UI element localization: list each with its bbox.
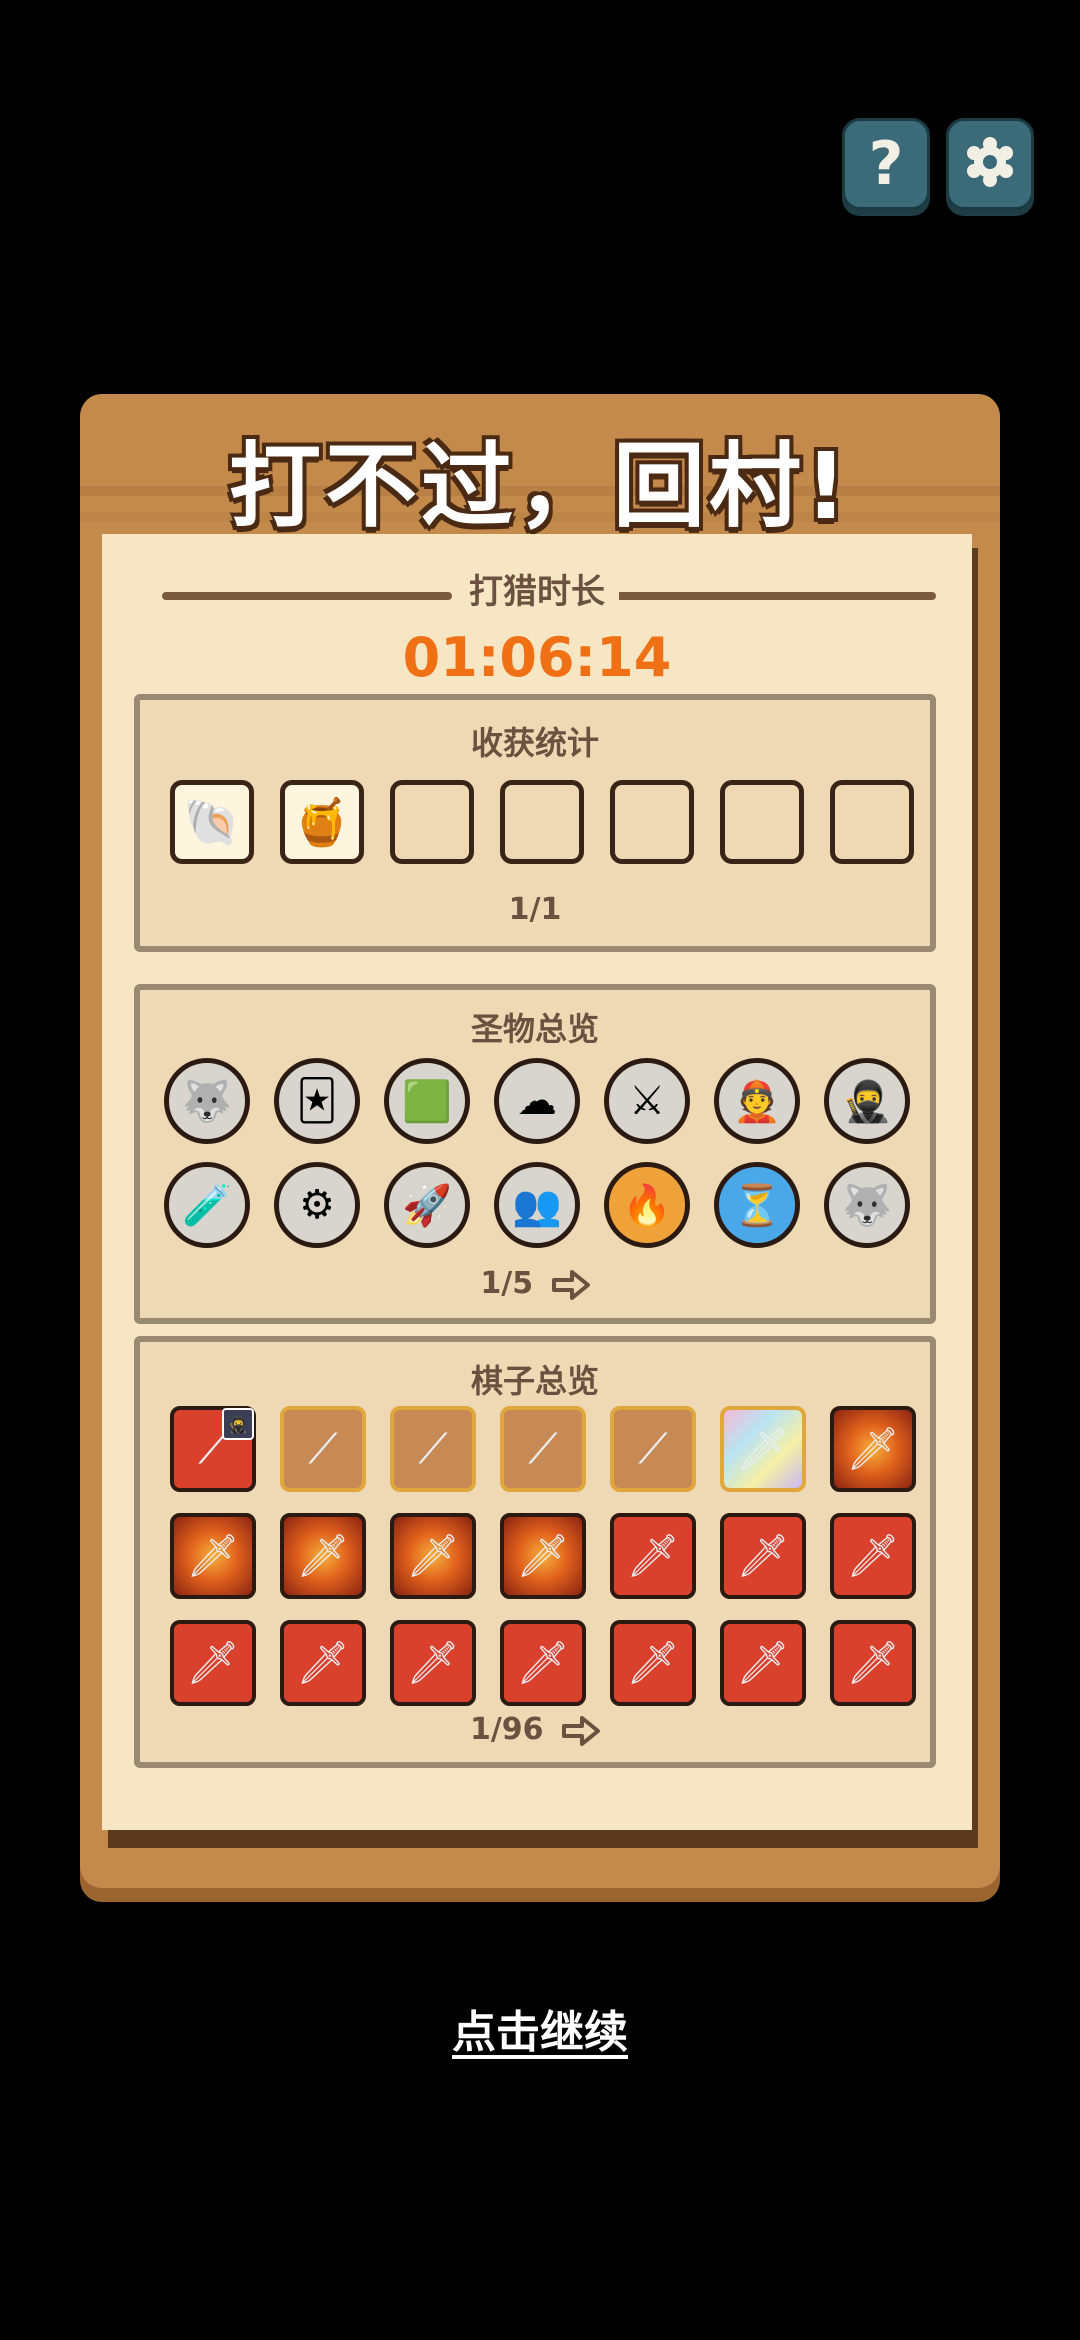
tan-spear-piece[interactable]: ⟋ xyxy=(610,1406,696,1492)
green-cubes-icon[interactable]: 🟩 xyxy=(384,1058,470,1144)
spear-icon: ⟋ xyxy=(418,1424,448,1473)
defeat-title: 打不过，回村! xyxy=(229,433,851,540)
harvest-slot-empty xyxy=(830,780,914,864)
ninja-badge-icon: 🥷 xyxy=(222,1408,254,1440)
hourglass-icon[interactable]: ⏳ xyxy=(714,1162,800,1248)
sword-icon: 🗡 xyxy=(846,1424,900,1473)
sword-icon: 🗡 xyxy=(516,1638,570,1687)
red-sword-piece[interactable]: 🗡 xyxy=(390,1620,476,1706)
harvest-slot-empty xyxy=(390,780,474,864)
sword-icon: 🗡 xyxy=(186,1638,240,1687)
pieces-page-counter: 1/96 xyxy=(469,1712,544,1747)
harvest-slot-empty xyxy=(500,780,584,864)
red-sword-piece[interactable]: 🗡 xyxy=(830,1620,916,1706)
harvest-slot-empty xyxy=(610,780,694,864)
rocket-sword-icon[interactable]: 🚀 xyxy=(384,1162,470,1248)
sword-icon: 🗡 xyxy=(846,1531,900,1580)
red-sword-piece[interactable]: 🗡 xyxy=(830,1513,916,1599)
red-potion-icon[interactable]: 🧪 xyxy=(164,1162,250,1248)
hunt-duration-label: 打猎时长 xyxy=(455,564,619,613)
card-sword-icon[interactable]: 🃏 xyxy=(274,1058,360,1144)
red-sword-piece[interactable]: 🗡 xyxy=(610,1513,696,1599)
red-sword-piece[interactable]: 🗡 xyxy=(720,1620,806,1706)
ninja-duo-icon[interactable]: 👥 xyxy=(494,1162,580,1248)
crossed-blades-icon[interactable]: ⚔ xyxy=(604,1058,690,1144)
sword-icon: 🗡 xyxy=(736,1638,790,1687)
sword-icon: 🗡 xyxy=(736,1424,790,1473)
fire-sword-piece[interactable]: 🗡 xyxy=(830,1406,916,1492)
sword-icon: 🗡 xyxy=(186,1531,240,1580)
sword-icon: 🗡 xyxy=(296,1638,350,1687)
fire-sword-piece[interactable]: 🗡 xyxy=(390,1513,476,1599)
shell-icon: 🐚 xyxy=(183,794,241,849)
gear-icon xyxy=(963,135,1017,193)
spear-icon: ⟋ xyxy=(528,1424,558,1473)
pieces-title: 棋子总览 xyxy=(470,1362,599,1400)
red-sword-piece[interactable]: 🗡 xyxy=(720,1513,806,1599)
divider-left xyxy=(162,592,452,600)
golden-cloud-icon[interactable]: ☁ xyxy=(494,1058,580,1144)
result-paper: 打猎时长 01:06:14 收获统计 🐚 🍯 1/1 圣物总览 🐺 🃏 🟩 ☁ ⚔ 👲 🥷 🧪 ⚙… xyxy=(102,534,972,1830)
result-board: 打不过，回村! 打猎时长 01:06:14 收获统计 🐚 🍯 1/1 圣物总览 🐺… xyxy=(80,394,1000,1888)
harvest-panel: 收获统计 🐚 🍯 1/1 xyxy=(134,694,936,952)
rainbow-sword-piece[interactable]: 🗡 xyxy=(720,1406,806,1492)
ninja-mask-icon[interactable]: 🥷 xyxy=(824,1058,910,1144)
gear-puzzle-icon[interactable]: ⚙ xyxy=(274,1162,360,1248)
divider-right xyxy=(616,592,936,600)
tan-spear-piece[interactable]: ⟋ xyxy=(280,1406,366,1492)
fire-sword-piece[interactable]: 🗡 xyxy=(500,1513,586,1599)
harvest-page-counter: 1/1 xyxy=(508,892,562,927)
settings-button[interactable] xyxy=(946,118,1034,210)
tan-spear-piece[interactable]: ⟋ xyxy=(390,1406,476,1492)
relics-pager[interactable]: 1/5 xyxy=(140,1266,930,1301)
pieces-pager[interactable]: 1/96 xyxy=(140,1712,930,1747)
relics-panel: 圣物总览 🐺 🃏 🟩 ☁ ⚔ 👲 🥷 🧪 ⚙ 🚀 👥 🔥 ⏳ 🐺 1/5 xyxy=(134,984,936,1324)
sword-icon: 🗡 xyxy=(516,1531,570,1580)
red-spear-piece[interactable]: ⟋ 🥷 xyxy=(170,1406,256,1492)
honey-jar-icon: 🍯 xyxy=(293,794,351,849)
spear-icon: ⟋ xyxy=(638,1424,668,1473)
sword-icon: 🗡 xyxy=(626,1531,680,1580)
harvest-title: 收获统计 xyxy=(470,724,599,762)
hunt-header: 打猎时长 xyxy=(102,564,972,613)
fire-sword-piece[interactable]: 🗡 xyxy=(280,1513,366,1599)
sword-icon: 🗡 xyxy=(626,1638,680,1687)
red-sword-piece[interactable]: 🗡 xyxy=(170,1620,256,1706)
next-arrow-icon[interactable] xyxy=(562,1715,601,1746)
sword-icon: 🗡 xyxy=(406,1638,460,1687)
next-arrow-icon[interactable] xyxy=(551,1269,590,1300)
red-sword-piece[interactable]: 🗡 xyxy=(280,1620,366,1706)
help-icon: ? xyxy=(868,129,904,199)
help-button[interactable]: ? xyxy=(842,118,930,210)
pieces-panel: 棋子总览 ⟋ 🥷 ⟋ ⟋ ⟋ ⟋ 🗡 🗡 🗡 🗡 🗡 🗡 🗡 🗡 🗡 🗡 🗡 🗡 🗡 🗡 🗡 🗡 1/96 xyxy=(134,1336,936,1768)
wolf-pack-icon[interactable]: 🐺 xyxy=(164,1058,250,1144)
relics-title: 圣物总览 xyxy=(470,1010,599,1048)
harvest-slot-filled[interactable]: 🐚 xyxy=(170,780,254,864)
harvest-slot-empty xyxy=(720,780,804,864)
sword-icon: 🗡 xyxy=(296,1531,350,1580)
tap-to-continue[interactable]: 点击继续 xyxy=(0,1996,1080,2060)
red-sword-piece[interactable]: 🗡 xyxy=(610,1620,696,1706)
red-sword-piece[interactable]: 🗡 xyxy=(500,1620,586,1706)
hunt-timer: 01:06:14 xyxy=(402,626,672,689)
harvest-slot-filled[interactable]: 🍯 xyxy=(280,780,364,864)
tan-spear-piece[interactable]: ⟋ xyxy=(500,1406,586,1492)
sword-icon: 🗡 xyxy=(846,1638,900,1687)
relics-page-counter: 1/5 xyxy=(480,1266,534,1301)
general-portrait-icon[interactable]: 👲 xyxy=(714,1058,800,1144)
wolf-head-icon[interactable]: 🐺 xyxy=(824,1162,910,1248)
fire-orb-icon[interactable]: 🔥 xyxy=(604,1162,690,1248)
spear-icon: ⟋ xyxy=(308,1424,338,1473)
fire-sword-piece[interactable]: 🗡 xyxy=(170,1513,256,1599)
sword-icon: 🗡 xyxy=(736,1531,790,1580)
sword-icon: 🗡 xyxy=(406,1531,460,1580)
